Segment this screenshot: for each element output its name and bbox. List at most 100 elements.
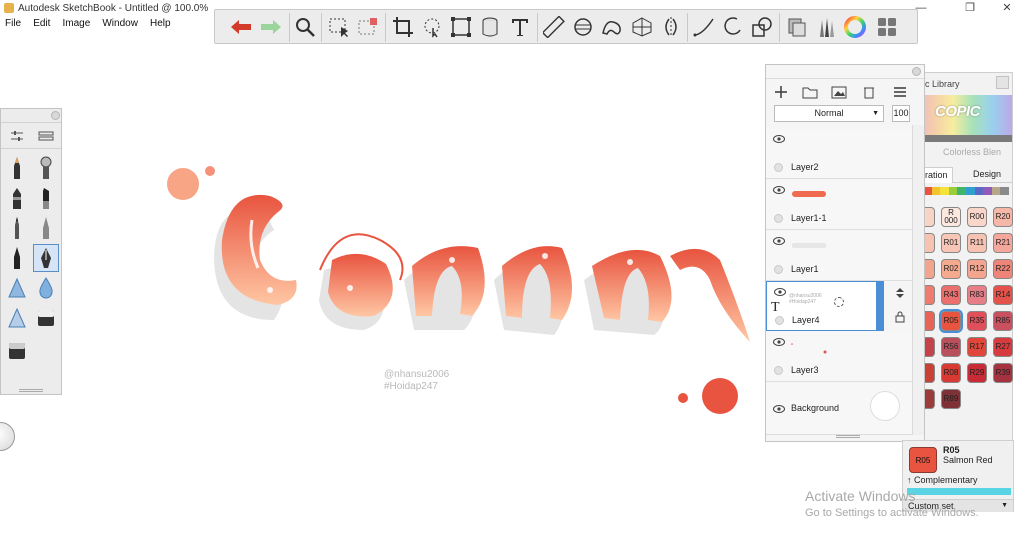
eye-icon[interactable] (773, 404, 785, 416)
smudge-brush-icon[interactable] (4, 304, 30, 332)
blend-mode-select[interactable]: Normal ▼ (774, 105, 884, 122)
layer-panel-grip[interactable] (836, 435, 860, 438)
copic-swatch[interactable]: R11 (967, 233, 987, 253)
brush-palette-close-icon[interactable] (51, 111, 60, 120)
layer-lock-toggle[interactable] (775, 316, 784, 325)
text-icon[interactable] (508, 15, 532, 39)
copic-swatch[interactable]: R56 (941, 337, 961, 357)
strip-color[interactable] (983, 187, 992, 195)
strip-color[interactable] (1000, 187, 1009, 195)
copic-swatch[interactable]: R85 (993, 311, 1013, 331)
copic-swatch[interactable]: R21 (993, 233, 1013, 253)
copic-swatch[interactable]: R05 (939, 309, 963, 333)
copic-swatch[interactable]: R 000 (941, 207, 961, 227)
copic-swatch[interactable]: R17 (967, 337, 987, 357)
color-wheel-icon[interactable] (843, 15, 867, 39)
eye-icon[interactable] (773, 236, 785, 248)
french-curve-icon[interactable] (600, 15, 624, 39)
layer-lock-toggle[interactable] (774, 163, 783, 172)
tab-design[interactable]: Design (969, 167, 1005, 183)
stroke-icon[interactable] (692, 15, 716, 39)
layer-lock-toggle[interactable] (774, 214, 783, 223)
layer-lock-toggle[interactable] (774, 265, 783, 274)
copic-swatch[interactable]: R08 (941, 363, 961, 383)
layer-row[interactable]: Layer1-1 (766, 180, 912, 230)
eye-icon[interactable] (773, 134, 785, 146)
menu-help[interactable]: Help (150, 18, 171, 29)
ballpoint-pen-icon[interactable] (4, 214, 30, 242)
brush-properties-icon[interactable] (10, 129, 24, 146)
marker-brush-icon[interactable] (4, 184, 30, 212)
strip-color[interactable] (940, 187, 949, 195)
layer-menu-icon[interactable] (891, 83, 909, 101)
brush-library-icon[interactable] (814, 15, 838, 39)
triangle-brush-icon[interactable] (4, 274, 30, 302)
symmetry-icon[interactable] (659, 15, 683, 39)
strip-color[interactable] (974, 187, 984, 195)
menu-edit[interactable]: Edit (33, 18, 50, 29)
copic-swatch[interactable]: R83 (967, 285, 987, 305)
copic-swatch[interactable]: R01 (941, 233, 961, 253)
menu-window[interactable]: Window (102, 18, 138, 29)
copic-swatch[interactable]: R14 (993, 285, 1013, 305)
complementary-color-bar[interactable] (907, 488, 1011, 495)
layer-lock-toggle[interactable] (774, 366, 783, 375)
transform-icon[interactable] (449, 15, 473, 39)
copic-swatch[interactable]: R29 (967, 363, 987, 383)
redo-icon[interactable] (259, 15, 283, 39)
pencil-brush-icon[interactable] (4, 154, 30, 182)
zoom-icon[interactable] (293, 15, 317, 39)
eye-icon[interactable] (773, 185, 785, 197)
eraser-icon[interactable] (33, 304, 59, 332)
complementary-label[interactable]: ↑ Complementary (907, 475, 978, 485)
menu-file[interactable]: File (5, 18, 21, 29)
eye-icon[interactable] (773, 337, 785, 349)
select-add-icon[interactable] (356, 15, 380, 39)
bucket-icon[interactable] (478, 15, 502, 39)
add-image-icon[interactable] (830, 83, 848, 101)
layer-panel-scrollbar[interactable] (912, 125, 924, 435)
chisel-marker-icon[interactable] (33, 184, 59, 212)
copic-close-button[interactable] (996, 76, 1009, 89)
copic-swatch[interactable]: R43 (941, 285, 961, 305)
circle-icon[interactable] (721, 15, 745, 39)
copic-color-strip[interactable] (923, 187, 1009, 195)
strip-color[interactable] (965, 187, 975, 195)
copic-swatch[interactable]: R12 (967, 259, 987, 279)
strip-color[interactable] (948, 187, 958, 195)
add-layer-icon[interactable] (772, 83, 790, 101)
copic-swatch[interactable]: R00 (967, 207, 987, 227)
ellipse-icon[interactable] (571, 15, 595, 39)
hard-eraser-icon[interactable] (4, 337, 30, 365)
add-group-icon[interactable] (801, 83, 819, 101)
fine-pen-icon[interactable] (33, 214, 59, 242)
menu-image[interactable]: Image (62, 18, 90, 29)
delete-layer-icon[interactable] (860, 83, 878, 101)
opacity-field[interactable]: 100 (892, 105, 910, 122)
layer-panel-close-icon[interactable] (912, 67, 921, 76)
airbrush-icon[interactable] (33, 154, 59, 182)
canvas-artwork[interactable] (160, 160, 770, 420)
perspective-icon[interactable] (630, 15, 654, 39)
copic-swatch[interactable]: R22 (993, 259, 1013, 279)
layers-toggle-icon[interactable] (875, 15, 899, 39)
copic-swatch[interactable]: R20 (993, 207, 1013, 227)
undo-icon[interactable] (229, 15, 253, 39)
lagoon-puck[interactable] (0, 422, 15, 451)
close-button[interactable]: ✕ (992, 0, 1022, 17)
layer-lock-icon[interactable] (894, 311, 906, 326)
brush-set-icon[interactable] (38, 129, 54, 146)
copic-swatch[interactable]: R39 (993, 363, 1013, 383)
background-color-swatch[interactable] (870, 391, 900, 421)
brush-palette-grip[interactable] (19, 389, 43, 392)
layer-row[interactable]: Layer3 (766, 332, 912, 382)
layer-row[interactable]: Layer2 (766, 129, 912, 179)
copic-swatch[interactable]: R27 (993, 337, 1013, 357)
eye-icon[interactable] (774, 287, 786, 299)
strip-color[interactable] (991, 187, 1001, 195)
copic-swatch[interactable]: R35 (967, 311, 987, 331)
copic-swatch[interactable]: R02 (941, 259, 961, 279)
crop-icon[interactable] (391, 15, 415, 39)
strip-color[interactable] (931, 187, 941, 195)
shape-icon[interactable] (750, 15, 774, 39)
